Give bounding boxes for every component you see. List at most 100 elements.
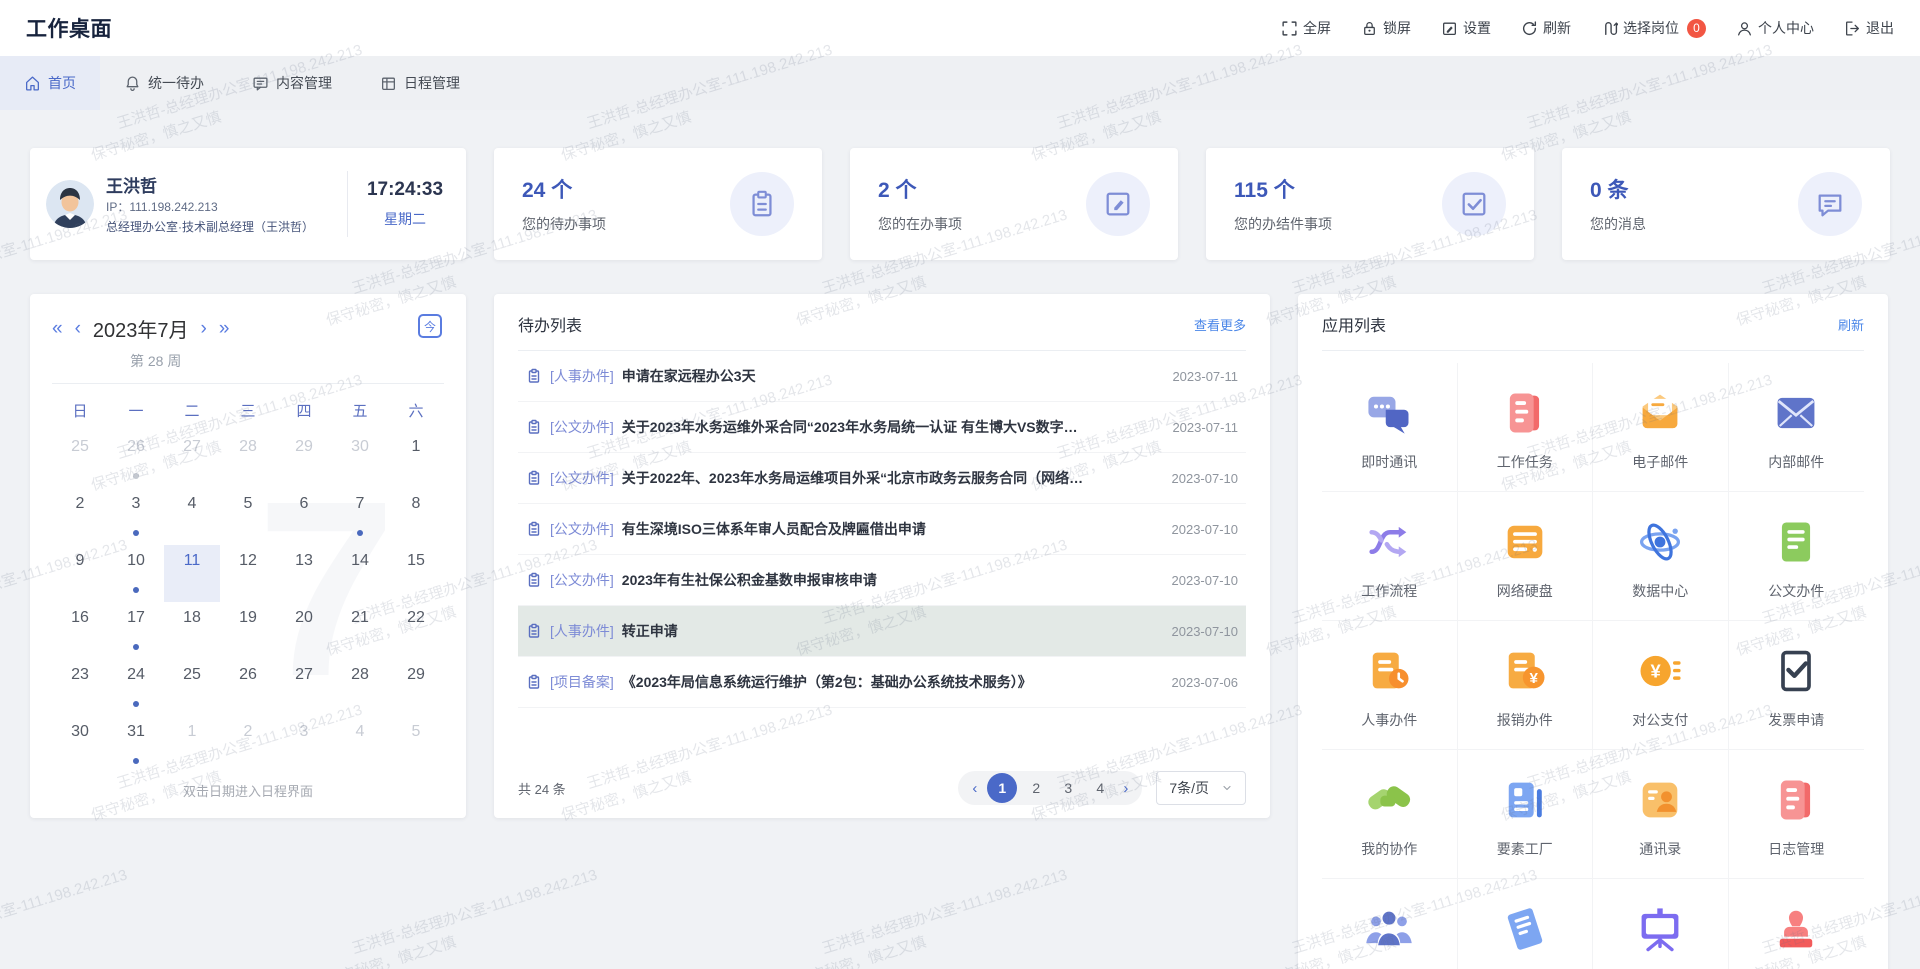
calendar-day[interactable]: 30 xyxy=(52,716,108,773)
calendar-day[interactable]: 6 xyxy=(276,488,332,545)
calendar-day[interactable]: 25 xyxy=(164,659,220,716)
calendar-day[interactable]: 14 xyxy=(332,545,388,602)
calendar-day[interactable]: 28 xyxy=(332,659,388,716)
calendar-day[interactable]: 28 xyxy=(220,431,276,488)
calendar-day[interactable]: 25 xyxy=(52,431,108,488)
page-1[interactable]: 1 xyxy=(987,773,1017,803)
prev-page-button[interactable]: ‹ xyxy=(968,780,981,797)
action-select-post[interactable]: 选择岗位0 xyxy=(1601,18,1706,38)
action-profile[interactable]: 个人中心 xyxy=(1736,18,1814,38)
action-lockscreen[interactable]: 锁屏 xyxy=(1361,18,1411,38)
todo-item[interactable]: [公文办件]2023年有生社保公积金基数申报审核申请2023-07-10 xyxy=(518,555,1246,606)
next-month-button[interactable]: › xyxy=(201,319,207,338)
day-number: 22 xyxy=(388,609,444,627)
calendar-day[interactable]: 22 xyxy=(388,602,444,659)
page-4[interactable]: 4 xyxy=(1087,775,1113,801)
app-网络硬盘[interactable]: 网络硬盘 xyxy=(1458,492,1594,621)
calendar-day[interactable]: 11 xyxy=(164,545,220,602)
todo-item-date: 2023-07-10 xyxy=(1172,624,1239,639)
prev-year-button[interactable]: « xyxy=(52,319,63,338)
calendar-day[interactable]: 21 xyxy=(332,602,388,659)
todo-item[interactable]: [项目备案]《2023年局信息系统运行维护（第2包：基础办公系统技术服务）》20… xyxy=(518,657,1246,708)
next-year-button[interactable]: » xyxy=(219,319,230,338)
calendar-day[interactable]: 20 xyxy=(276,602,332,659)
app-我的协作[interactable]: 我的协作 xyxy=(1322,750,1458,879)
app-电子邮件[interactable]: 电子邮件 xyxy=(1593,363,1729,492)
action-refresh[interactable]: 刷新 xyxy=(1521,18,1571,38)
calendar-day[interactable]: 31 xyxy=(108,716,164,773)
action-fullscreen[interactable]: 全屏 xyxy=(1281,18,1331,38)
calendar-day[interactable]: 18 xyxy=(164,602,220,659)
app-对公支付[interactable]: ¥对公支付 xyxy=(1593,621,1729,750)
app-cell-19[interactable] xyxy=(1729,879,1865,969)
app-工作任务[interactable]: 工作任务 xyxy=(1458,363,1594,492)
today-icon[interactable]: 今 xyxy=(418,314,442,338)
calendar-day[interactable]: 3 xyxy=(108,488,164,545)
calendar-day[interactable]: 5 xyxy=(388,716,444,773)
calendar-day[interactable]: 12 xyxy=(220,545,276,602)
stat-card-0[interactable]: 24 个您的待办事项 xyxy=(494,148,822,260)
todo-page-size-select[interactable]: 7条/页 xyxy=(1156,771,1246,805)
tab-统一待办[interactable]: 统一待办 xyxy=(100,56,228,110)
next-page-button[interactable]: › xyxy=(1119,780,1132,797)
calendar-day[interactable]: 17 xyxy=(108,602,164,659)
app-日志管理[interactable]: 日志管理 xyxy=(1729,750,1865,879)
action-settings[interactable]: 设置 xyxy=(1441,18,1491,38)
stat-card-1[interactable]: 2 个您的在办事项 xyxy=(850,148,1178,260)
todo-item[interactable]: [公文办件]关于2022年、2023年水务局运维项目外采“北京市政务云服务合同（… xyxy=(518,453,1246,504)
stat-card-3[interactable]: 0 条您的消息 xyxy=(1562,148,1890,260)
app-通讯录[interactable]: 通讯录 xyxy=(1593,750,1729,879)
app-内部邮件[interactable]: 内部邮件 xyxy=(1729,363,1865,492)
calendar-day[interactable]: 4 xyxy=(332,716,388,773)
app-公文办件[interactable]: 公文办件 xyxy=(1729,492,1865,621)
todo-item[interactable]: [公文办件]关于2023年水务运维外采合同“2023年水务局统一认证 有生博大V… xyxy=(518,402,1246,453)
calendar-day[interactable]: 4 xyxy=(164,488,220,545)
calendar-day[interactable]: 2 xyxy=(52,488,108,545)
calendar-day[interactable]: 13 xyxy=(276,545,332,602)
calendar-day[interactable]: 3 xyxy=(276,716,332,773)
calendar-day[interactable]: 7 xyxy=(332,488,388,545)
tab-内容管理[interactable]: 内容管理 xyxy=(228,56,356,110)
action-logout[interactable]: 退出 xyxy=(1844,18,1894,38)
calendar-day[interactable]: 29 xyxy=(276,431,332,488)
apps-refresh-link[interactable]: 刷新 xyxy=(1838,315,1864,334)
page-2[interactable]: 2 xyxy=(1023,775,1049,801)
todo-item[interactable]: [人事办件]转正申请2023-07-10 xyxy=(518,606,1246,657)
calendar-day[interactable]: 1 xyxy=(388,431,444,488)
app-数据中心[interactable]: 数据中心 xyxy=(1593,492,1729,621)
calendar-day[interactable]: 27 xyxy=(276,659,332,716)
prev-month-button[interactable]: ‹ xyxy=(75,319,81,338)
calendar-day[interactable]: 19 xyxy=(220,602,276,659)
app-cell-18[interactable] xyxy=(1593,879,1729,969)
calendar-day[interactable]: 23 xyxy=(52,659,108,716)
calendar-day[interactable]: 10 xyxy=(108,545,164,602)
tab-日程管理[interactable]: 日程管理 xyxy=(356,56,484,110)
calendar-day[interactable]: 26 xyxy=(108,431,164,488)
calendar-day[interactable]: 5 xyxy=(220,488,276,545)
app-发票申请[interactable]: 发票申请 xyxy=(1729,621,1865,750)
page-3[interactable]: 3 xyxy=(1055,775,1081,801)
calendar-day[interactable]: 24 xyxy=(108,659,164,716)
calendar-day[interactable]: 9 xyxy=(52,545,108,602)
calendar-day[interactable]: 27 xyxy=(164,431,220,488)
calendar-day[interactable]: 16 xyxy=(52,602,108,659)
tab-首页[interactable]: 首页 xyxy=(0,56,100,110)
calendar-day[interactable]: 29 xyxy=(388,659,444,716)
stat-card-2[interactable]: 115 个您的办结件事项 xyxy=(1206,148,1534,260)
calendar-day[interactable]: 8 xyxy=(388,488,444,545)
app-报销办件[interactable]: ¥报销办件 xyxy=(1458,621,1594,750)
calendar-day[interactable]: 30 xyxy=(332,431,388,488)
todo-item[interactable]: [公文办件]有生深境ISO三体系年审人员配合及牌匾借出申请2023-07-10 xyxy=(518,504,1246,555)
calendar-day[interactable]: 26 xyxy=(220,659,276,716)
app-cell-16[interactable] xyxy=(1322,879,1458,969)
app-人事办件[interactable]: 人事办件 xyxy=(1322,621,1458,750)
calendar-day[interactable]: 1 xyxy=(164,716,220,773)
app-cell-17[interactable] xyxy=(1458,879,1594,969)
view-more-link[interactable]: 查看更多 xyxy=(1194,315,1246,334)
app-要素工厂[interactable]: 要素工厂 xyxy=(1458,750,1594,879)
calendar-day[interactable]: 15 xyxy=(388,545,444,602)
calendar-day[interactable]: 2 xyxy=(220,716,276,773)
app-工作流程[interactable]: 工作流程 xyxy=(1322,492,1458,621)
todo-item[interactable]: [人事办件]申请在家远程办公3天2023-07-11 xyxy=(518,351,1246,402)
app-即时通讯[interactable]: 即时通讯 xyxy=(1322,363,1458,492)
